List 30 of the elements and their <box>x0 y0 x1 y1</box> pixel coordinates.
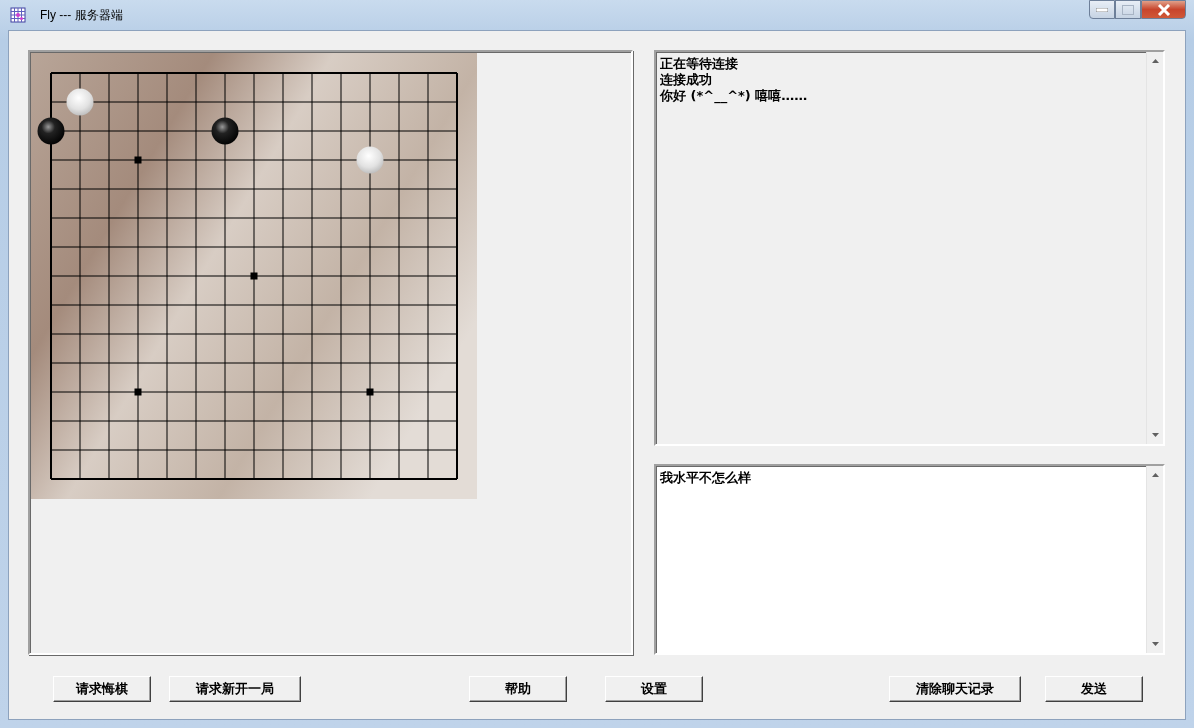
minimize-icon <box>1096 7 1108 12</box>
maximize-icon <box>1122 4 1134 15</box>
scroll-down-icon[interactable] <box>1151 433 1159 437</box>
star-point <box>134 388 142 396</box>
action-button[interactable]: 帮助 <box>469 676 567 702</box>
scrollbar[interactable] <box>1146 52 1163 444</box>
message-input[interactable]: 我水平不怎么样 <box>654 464 1165 655</box>
window-title: Fly --- 服务器端 <box>40 6 123 24</box>
action-button[interactable]: 发送 <box>1045 676 1143 702</box>
action-button[interactable]: 设置 <box>605 676 703 702</box>
message-text: 我水平不怎么样 <box>660 470 752 486</box>
scroll-up-icon[interactable] <box>1151 59 1159 63</box>
scroll-up-icon[interactable] <box>1151 473 1159 477</box>
action-button[interactable]: 请求新开一局 <box>169 676 301 702</box>
minimize-button[interactable] <box>1089 0 1115 19</box>
scrollbar[interactable] <box>1146 466 1163 653</box>
go-board[interactable] <box>31 53 477 499</box>
chat-message: 正在等待连接 <box>660 56 739 72</box>
action-button[interactable]: 请求悔棋 <box>53 676 151 702</box>
maximize-button[interactable] <box>1115 0 1141 19</box>
grid-icon <box>10 7 26 23</box>
star-point <box>250 272 258 280</box>
star-point <box>134 156 142 164</box>
star-point <box>366 388 374 396</box>
chat-message: 连接成功 <box>660 72 713 88</box>
chat-message: 你好 (*^__^*) 嘻嘻…… <box>660 88 809 104</box>
close-button[interactable] <box>1141 0 1186 19</box>
scroll-down-icon[interactable] <box>1151 642 1159 646</box>
close-icon <box>1156 3 1171 16</box>
action-button[interactable]: 清除聊天记录 <box>889 676 1021 702</box>
